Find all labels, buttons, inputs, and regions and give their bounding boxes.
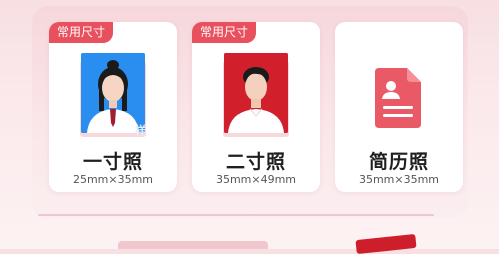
card-title: 二寸照: [225, 151, 286, 173]
decorative-red-element: [355, 233, 417, 254]
common-size-badge: 常用尺寸: [49, 22, 114, 43]
size-card-two-inch[interactable]: 常用尺寸 二寸照 35mm×49mm: [192, 22, 320, 192]
photo-watermark: 样: [135, 124, 146, 137]
card-dimensions: 25mm×35mm: [72, 173, 154, 186]
panel-divider: [38, 214, 434, 216]
size-card-one-inch[interactable]: 样 常用尺寸 一寸照 25mm×35mm: [49, 22, 177, 192]
resume-document-icon: [375, 68, 421, 128]
size-card-resume[interactable]: 简历照 35mm×35mm: [335, 22, 463, 192]
card-title: 简历照: [368, 151, 429, 173]
common-size-badge: 常用尺寸: [192, 22, 257, 43]
id-photo-blue-female: [81, 53, 145, 133]
card-dimensions: 35mm×49mm: [215, 173, 297, 186]
next-section-edge: [118, 241, 268, 249]
card-dimensions: 35mm×35mm: [358, 173, 440, 186]
card-title: 一寸照: [82, 151, 143, 173]
id-photo-red-male: [224, 53, 288, 133]
